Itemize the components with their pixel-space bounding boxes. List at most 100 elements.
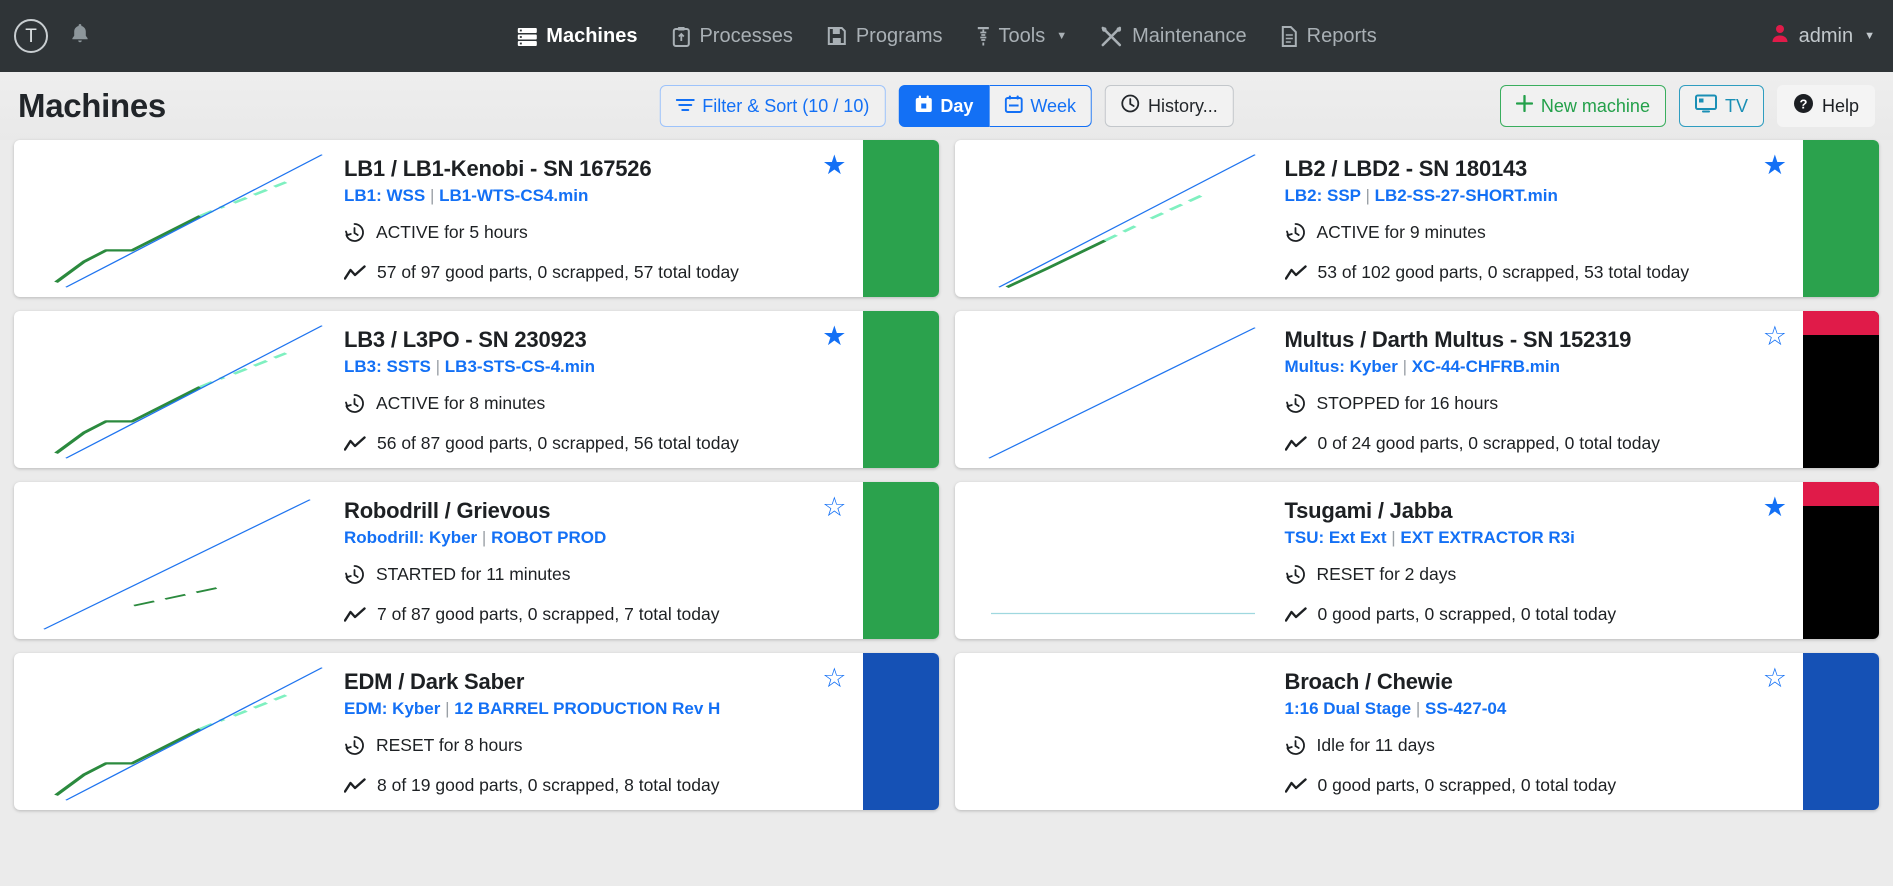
- machine-card[interactable]: Multus / Darth Multus - SN 152319 Multus…: [954, 311, 1879, 468]
- user-icon: [1770, 23, 1790, 49]
- machine-subtitle: 1:16 Dual Stage | SS-427-04: [1285, 699, 1804, 719]
- machine-card[interactable]: EDM / Dark Saber EDM: Kyber | 12 BARREL …: [14, 653, 939, 810]
- trend-chart-icon: [344, 606, 366, 623]
- machine-card-body: LB1 / LB1-Kenobi - SN 167526 LB1: WSS | …: [344, 140, 863, 297]
- machine-process-link[interactable]: Multus: Kyber: [1285, 357, 1398, 376]
- machine-parts-text: 0 good parts, 0 scrapped, 0 total today: [1317, 604, 1617, 624]
- machine-status-bar: [862, 140, 939, 297]
- maintenance-icon: [1101, 26, 1123, 47]
- favorite-star-icon[interactable]: ★: [1763, 494, 1787, 521]
- nav-item-processes[interactable]: Processes: [671, 24, 793, 48]
- machine-program-link[interactable]: LB3-STS-CS-4.min: [445, 357, 595, 376]
- favorite-star-icon[interactable]: ☆: [822, 494, 846, 521]
- machine-process-link[interactable]: 1:16 Dual Stage: [1285, 699, 1412, 718]
- machine-card[interactable]: Robodrill / Grievous Robodrill: Kyber | …: [14, 482, 939, 639]
- machine-status-bar: [862, 311, 939, 468]
- main-nav-items: Machines Processes Programs Tools ▼ Main…: [516, 24, 1377, 48]
- subtitle-separator: |: [429, 186, 435, 205]
- chevron-down-icon: ▼: [1864, 30, 1875, 42]
- machine-subtitle: EDM: Kyber | 12 BARREL PRODUCTION Rev H: [344, 699, 863, 719]
- machine-card-body: Broach / Chewie 1:16 Dual Stage | SS-427…: [1284, 653, 1804, 810]
- chevron-down-icon: ▼: [1056, 30, 1068, 42]
- machine-parts-line: 56 of 87 good parts, 0 scrapped, 56 tota…: [344, 433, 863, 454]
- trend-chart-icon: [344, 264, 366, 281]
- machine-parts-text: 57 of 97 good parts, 0 scrapped, 57 tota…: [377, 262, 739, 282]
- machine-card-body: LB2 / LBD2 - SN 180143 LB2: SSP | LB2-SS…: [1284, 140, 1804, 297]
- favorite-star-icon[interactable]: ★: [1763, 152, 1787, 179]
- new-machine-button[interactable]: New machine: [1499, 85, 1666, 127]
- nav-item-label: Processes: [699, 24, 793, 47]
- machine-card[interactable]: LB2 / LBD2 - SN 180143 LB2: SSP | LB2-SS…: [954, 140, 1879, 297]
- machine-status-line: ACTIVE for 9 minutes: [1285, 222, 1804, 243]
- history-label: History...: [1148, 95, 1218, 116]
- clock-history-icon: [1285, 222, 1306, 243]
- filter-sort-button[interactable]: Filter & Sort (10 / 10): [659, 85, 886, 127]
- toolbar-center: Filter & Sort (10 / 10) Day Week History…: [659, 85, 1234, 127]
- page-title: Machines: [18, 87, 166, 124]
- machine-process-link[interactable]: EDM: Kyber: [344, 699, 440, 718]
- favorite-star-icon[interactable]: ☆: [1763, 665, 1787, 692]
- nav-item-reports[interactable]: Reports: [1281, 25, 1377, 48]
- machine-program-link[interactable]: LB2-SS-27-SHORT.min: [1375, 186, 1558, 205]
- machine-parts-text: 8 of 19 good parts, 0 scrapped, 8 total …: [377, 775, 720, 795]
- nav-item-programs[interactable]: Programs: [827, 25, 943, 48]
- nav-item-machines[interactable]: Machines: [516, 25, 637, 48]
- machine-title: Broach / Chewie: [1284, 669, 1453, 694]
- machine-program-link[interactable]: 12 BARREL PRODUCTION Rev H: [454, 699, 720, 718]
- tools-icon: [977, 26, 990, 47]
- machine-program-link[interactable]: XC-44-CHFRB.min: [1412, 357, 1560, 376]
- machine-program-link[interactable]: SS-427-04: [1425, 699, 1506, 718]
- machine-card[interactable]: LB3 / L3PO - SN 230923 LB3: SSTS | LB3-S…: [14, 311, 939, 468]
- machine-status-text: Idle for 11 days: [1316, 735, 1435, 755]
- machine-title: LB3 / L3PO - SN 230923: [344, 327, 587, 352]
- machine-title: Multus / Darth Multus - SN 152319: [1284, 327, 1632, 352]
- machine-parts-line: 0 good parts, 0 scrapped, 0 total today: [1284, 604, 1804, 625]
- machine-card[interactable]: Tsugami / Jabba TSU: Ext Ext | EXT EXTRA…: [954, 482, 1879, 639]
- trend-chart-icon: [1284, 435, 1307, 452]
- nav-item-label: Tools: [998, 24, 1046, 47]
- machine-process-link[interactable]: LB3: SSTS: [344, 357, 431, 376]
- status-alert-segment: [1803, 482, 1879, 506]
- machine-process-link[interactable]: Robodrill: Kyber: [344, 528, 477, 547]
- week-label: Week: [1030, 95, 1077, 116]
- bell-icon[interactable]: [70, 23, 90, 49]
- tv-button[interactable]: TV: [1678, 85, 1764, 127]
- favorite-star-icon[interactable]: ☆: [822, 665, 846, 692]
- nav-left-group: T: [0, 19, 90, 53]
- trend-chart-icon: [1284, 606, 1307, 623]
- machine-subtitle: LB2: SSP | LB2-SS-27-SHORT.min: [1285, 186, 1804, 206]
- tv-icon: [1694, 94, 1717, 118]
- top-navigation-bar: T Machines Processes Programs Tools ▼ Ma…: [0, 0, 1893, 72]
- day-week-toggle: Day Week: [898, 85, 1093, 127]
- nav-item-tools[interactable]: Tools ▼: [977, 24, 1068, 48]
- machine-status-line: RESET for 8 hours: [344, 735, 863, 756]
- machine-card[interactable]: LB1 / LB1-Kenobi - SN 167526 LB1: WSS | …: [14, 140, 939, 297]
- programs-icon: [827, 26, 847, 46]
- user-menu[interactable]: admin ▼: [1770, 23, 1875, 49]
- machine-process-link[interactable]: TSU: Ext Ext: [1285, 528, 1387, 547]
- machine-status-line: STARTED for 11 minutes: [344, 564, 863, 585]
- machine-parts-line: 53 of 102 good parts, 0 scrapped, 53 tot…: [1284, 262, 1804, 283]
- week-button[interactable]: Week: [989, 85, 1093, 127]
- nav-item-label: Programs: [855, 24, 943, 47]
- calendar-day-icon: [914, 95, 932, 118]
- favorite-star-icon[interactable]: ☆: [1763, 323, 1787, 350]
- machine-program-link[interactable]: ROBOT PROD: [491, 528, 606, 547]
- favorite-star-icon[interactable]: ★: [822, 323, 846, 350]
- nav-item-maintenance[interactable]: Maintenance: [1101, 25, 1247, 48]
- machine-parts-text: 56 of 87 good parts, 0 scrapped, 56 tota…: [377, 433, 739, 453]
- day-button[interactable]: Day: [898, 85, 990, 127]
- machine-status-line: STOPPED for 16 hours: [1285, 393, 1804, 414]
- help-button[interactable]: ? Help: [1776, 85, 1875, 127]
- machine-card[interactable]: Broach / Chewie 1:16 Dual Stage | SS-427…: [954, 653, 1879, 810]
- machine-process-link[interactable]: LB2: SSP: [1285, 186, 1361, 205]
- machine-process-link[interactable]: LB1: WSS: [344, 186, 425, 205]
- machine-status-line: Idle for 11 days: [1285, 735, 1804, 756]
- favorite-star-icon[interactable]: ★: [822, 152, 846, 179]
- app-logo[interactable]: T: [14, 19, 48, 53]
- machine-program-link[interactable]: LB1-WTS-CS4.min: [439, 186, 588, 205]
- history-button[interactable]: History...: [1105, 85, 1234, 127]
- machine-program-link[interactable]: EXT EXTRACTOR R3i: [1400, 528, 1574, 547]
- machine-subtitle: Robodrill: Kyber | ROBOT PROD: [344, 528, 863, 548]
- clock-history-icon: [1285, 393, 1306, 414]
